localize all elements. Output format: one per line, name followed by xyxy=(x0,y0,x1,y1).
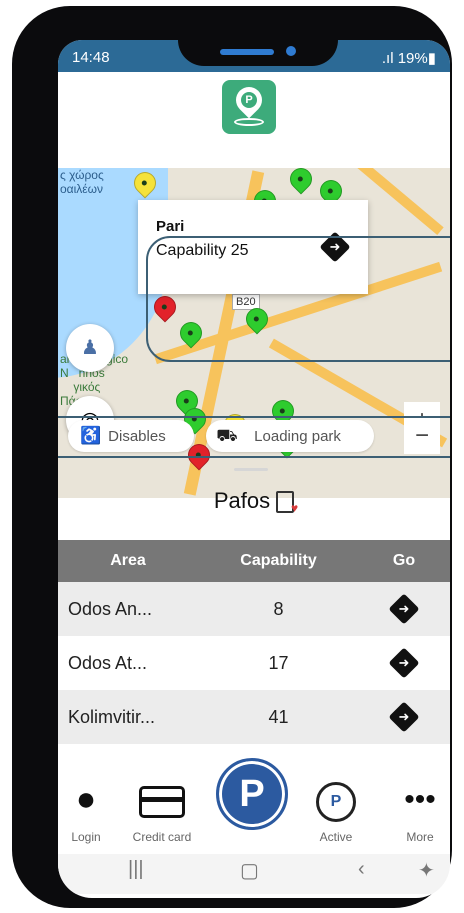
accessibility-icon[interactable]: ✦ xyxy=(418,858,435,883)
city-title: Pafos ♥ xyxy=(58,488,450,515)
capability-cell: 41 xyxy=(199,690,358,744)
area-cell: Odos An... xyxy=(58,582,199,636)
sheet-handle[interactable] xyxy=(234,468,268,471)
parking-icon: P xyxy=(239,773,265,815)
popup-name: Pari xyxy=(156,218,185,235)
phone-frame: 14:48 .ıl 19%▮ P ς χώρος οαιλέων archeol… xyxy=(12,6,452,908)
nav-credit-card[interactable]: Credit card xyxy=(122,780,202,844)
nav-active[interactable]: P Active xyxy=(296,780,376,844)
nav-login[interactable]: ● Login xyxy=(58,780,126,844)
table-row[interactable]: Kolimvitir... 41 ➜ xyxy=(58,690,450,744)
notch xyxy=(178,40,338,66)
user-location-icon[interactable]: ♟ xyxy=(66,324,114,372)
home-icon[interactable]: ▢ xyxy=(240,858,259,883)
column-header: Capability xyxy=(199,540,358,582)
area-cell: Kolimvitir... xyxy=(58,690,199,744)
favorite-list-icon[interactable]: ♥ xyxy=(276,491,298,515)
screen: 14:48 .ıl 19%▮ P ς χώρος οαιλέων archeol… xyxy=(58,40,450,898)
map-label: ς χώρος οαιλέων xyxy=(60,168,104,196)
area-cell: Odos At... xyxy=(68,652,148,673)
timer-icon: P xyxy=(316,782,356,822)
parking-marker[interactable] xyxy=(285,168,317,195)
table-row[interactable]: Odos An... 8 ➜ xyxy=(58,582,450,636)
parking-table: Area Capability Go Odos An... 8 ➜ Odos A… xyxy=(58,540,450,744)
system-nav-bar: ||| ▢ ‹ ✦ xyxy=(58,854,450,894)
bottom-nav: ● Login Credit card P P Active ••• More xyxy=(58,752,450,850)
credit-card-icon xyxy=(139,786,185,818)
capability-cell: 8 xyxy=(199,582,358,636)
nav-more[interactable]: ••• More xyxy=(380,780,450,845)
table-row[interactable]: Odos At... 17 ➜ xyxy=(58,636,450,690)
status-battery: .ıl 19%▮ xyxy=(381,50,436,67)
user-icon: ● xyxy=(75,780,97,818)
recent-apps-icon[interactable]: ||| xyxy=(128,858,144,881)
directions-icon[interactable]: ➜ xyxy=(388,646,420,679)
directions-icon[interactable]: ➜ xyxy=(388,700,420,733)
highlight-outline xyxy=(146,236,450,362)
column-header: Area xyxy=(58,540,199,582)
highlight-outline xyxy=(58,416,450,458)
directions-icon[interactable]: ➜ xyxy=(388,592,420,625)
status-time: 14:48 xyxy=(72,49,110,66)
more-icon: ••• xyxy=(404,783,436,816)
city-name: Pafos xyxy=(213,488,271,513)
app-logo-icon: P xyxy=(222,80,276,134)
column-header: Go xyxy=(358,540,450,582)
capability-cell: 17 xyxy=(268,652,289,673)
back-icon[interactable]: ‹ xyxy=(358,858,365,881)
parking-button[interactable]: P xyxy=(210,752,294,836)
